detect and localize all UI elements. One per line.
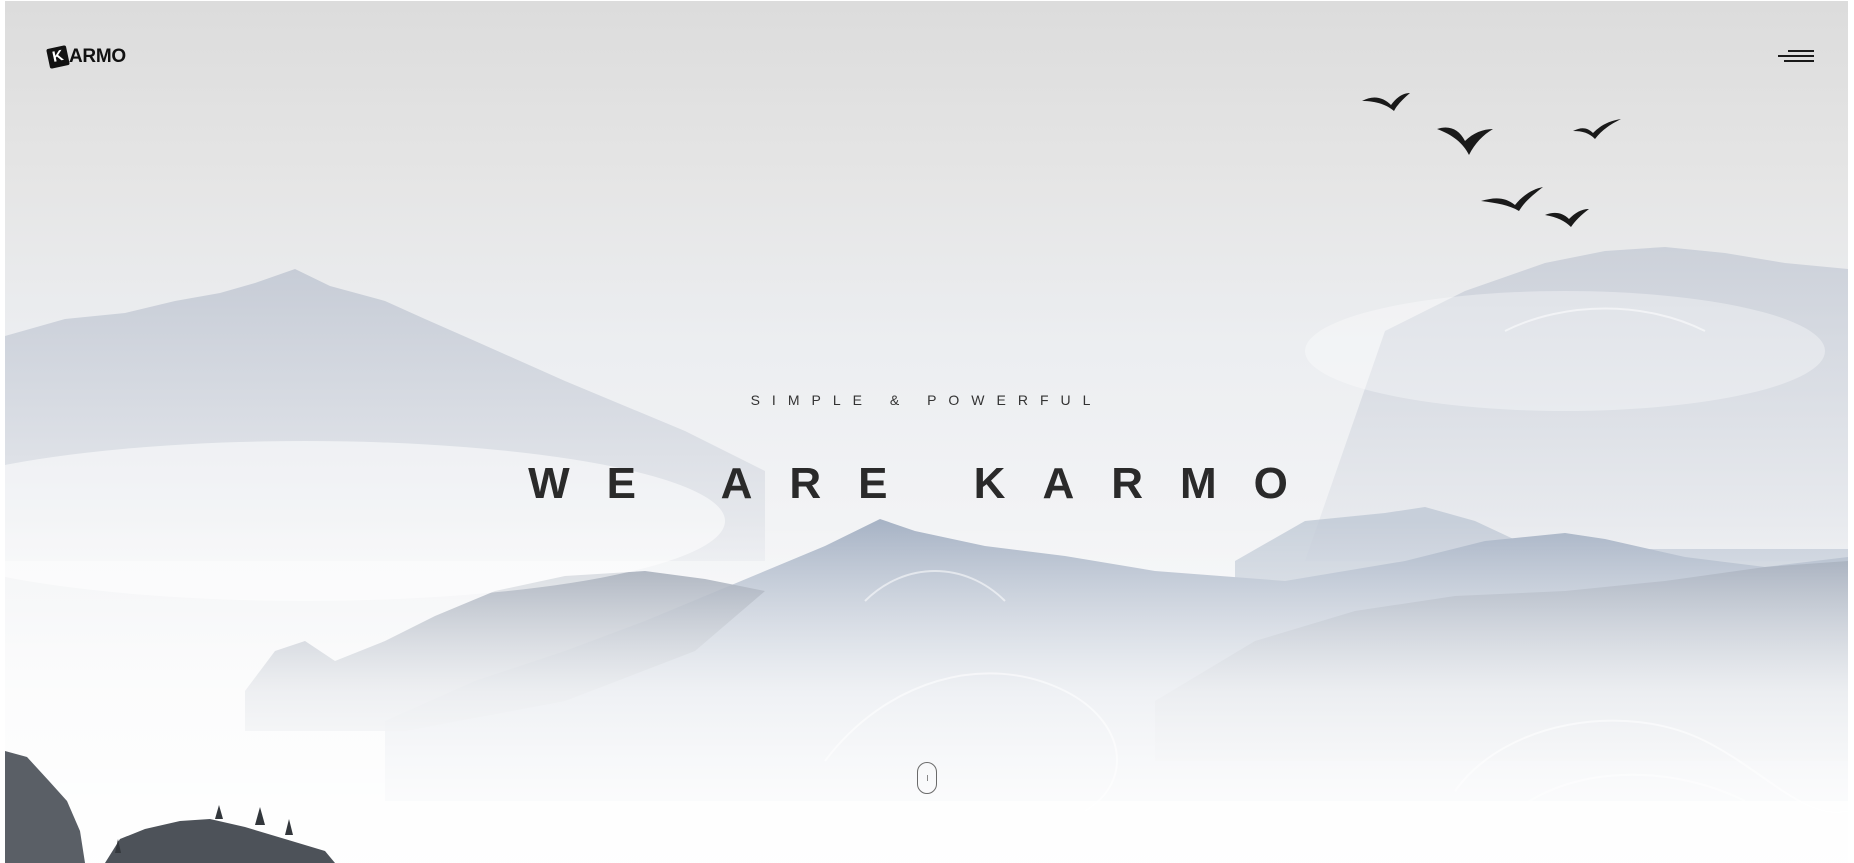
hero-tagline: SIMPLE & POWERFUL <box>750 392 1103 408</box>
hamburger-icon-line-3 <box>1784 60 1814 62</box>
hero-section: K ARMO SIMPLE & POWERFUL WE ARE KARMO <box>5 1 1848 863</box>
hamburger-icon-line-2 <box>1778 55 1814 57</box>
mountain-background <box>5 93 1848 863</box>
mouse-scroll-icon[interactable] <box>917 762 937 794</box>
hamburger-menu-button[interactable] <box>1774 50 1814 68</box>
logo-text: ARMO <box>69 46 126 67</box>
hamburger-icon-line-1 <box>1788 50 1814 52</box>
logo[interactable]: K ARMO <box>46 43 126 71</box>
scroll-wheel <box>927 775 928 781</box>
logo-mark-icon: K <box>46 45 70 69</box>
hero-headline: WE ARE KARMO <box>528 459 1325 508</box>
